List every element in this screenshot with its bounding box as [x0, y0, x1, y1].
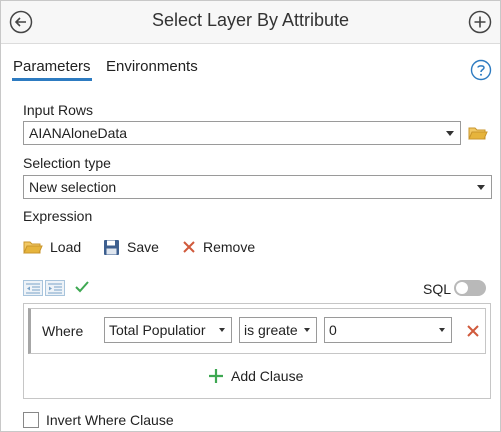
value-dropdown[interactable]: 0 [324, 317, 452, 343]
verify-button[interactable] [74, 280, 90, 299]
input-rows-label: Input Rows [23, 102, 94, 118]
x-icon [467, 325, 479, 337]
add-clause-button[interactable]: Add Clause [208, 368, 303, 384]
load-button[interactable]: Load [23, 237, 81, 257]
clause-row: Where Total Populatior is greate 0 [28, 308, 486, 354]
remove-label: Remove [203, 239, 256, 255]
sql-toggle[interactable] [454, 280, 486, 296]
expression-label: Expression [23, 208, 93, 224]
selection-type-dropdown[interactable]: New selection [23, 175, 492, 199]
delete-clause-button[interactable] [465, 323, 481, 339]
add-button[interactable] [468, 10, 492, 34]
tab-parameters[interactable]: Parameters [12, 58, 92, 81]
field-value: Total Populatior [109, 322, 206, 338]
input-rows-dropdown[interactable]: AIANAloneData [23, 121, 461, 145]
folder-icon [468, 127, 488, 140]
invert-where-label: Invert Where Clause [46, 412, 174, 428]
add-clause-label: Add Clause [231, 368, 304, 384]
sql-label: SQL [423, 281, 452, 297]
checkmark-icon [75, 281, 89, 293]
tab-environments[interactable]: Environments [106, 58, 198, 75]
tool-pane: Select Layer By Attribute Parameters Env… [0, 0, 501, 432]
chevron-down-icon [446, 131, 454, 136]
circle-plus-icon [468, 10, 492, 34]
outdent-button[interactable] [23, 280, 43, 296]
operator-dropdown[interactable]: is greate [239, 317, 317, 343]
clause-value: 0 [329, 322, 337, 338]
clause-container: Where Total Populatior is greate 0 Add C… [23, 303, 491, 399]
outdent-icon [26, 283, 40, 294]
save-button[interactable]: Save [103, 237, 159, 257]
floppy-disk-icon [104, 239, 119, 255]
question-circle-icon [470, 59, 492, 81]
indent-icon [48, 283, 62, 294]
invert-where-checkbox[interactable] [23, 412, 39, 428]
operator-value: is greate [244, 322, 298, 338]
selection-type-value: New selection [29, 179, 117, 195]
remove-button[interactable]: Remove [182, 237, 255, 257]
chevron-down-icon [477, 185, 485, 190]
where-label: Where [42, 323, 84, 339]
chevron-down-icon [439, 328, 445, 332]
help-button[interactable] [470, 59, 492, 81]
pane-header: Select Layer By Attribute [1, 1, 500, 44]
browse-button[interactable] [468, 125, 488, 141]
selection-type-label: Selection type [23, 155, 111, 171]
folder-open-icon [23, 241, 43, 254]
load-label: Load [50, 239, 82, 255]
chevron-down-icon [304, 328, 310, 332]
input-rows-value: AIANAloneData [29, 125, 128, 141]
indent-button[interactable] [45, 280, 65, 296]
save-label: Save [127, 239, 159, 255]
page-title: Select Layer By Attribute [151, 10, 350, 30]
chevron-down-icon [219, 328, 225, 332]
plus-icon [209, 369, 223, 383]
x-icon [183, 241, 195, 253]
field-dropdown[interactable]: Total Populatior [104, 317, 232, 343]
